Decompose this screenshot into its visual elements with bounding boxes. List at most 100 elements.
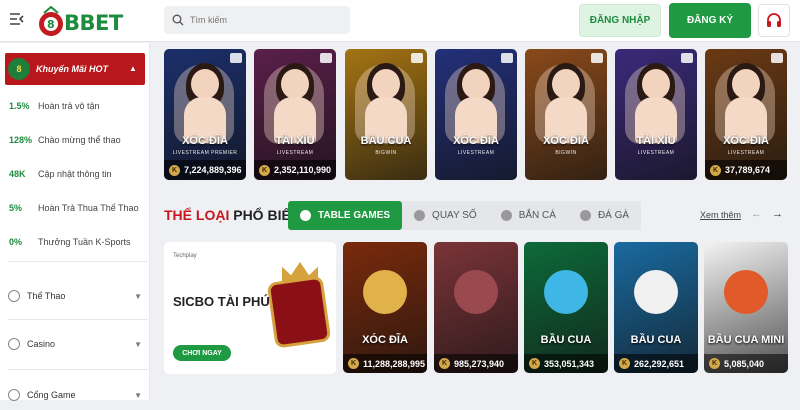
chevron-down-icon: ▼ [134, 291, 142, 301]
support-button[interactable] [758, 4, 790, 37]
promo-label: Thưởng Tuần K-Sports [38, 237, 131, 247]
table-games-icon [300, 210, 311, 221]
sidebar-item-game-portal[interactable]: Cổng Game ▼ [8, 380, 148, 410]
svg-text:8: 8 [47, 18, 55, 31]
game-title: BẦU CUA MINI [707, 334, 785, 346]
logo-text: BBET [64, 11, 123, 35]
chevron-down-icon: ▼ [134, 390, 142, 400]
fishing-gun-icon [500, 210, 512, 221]
featured-game-card[interactable]: Techplay SICBO TÀI PHÚ CHƠI NGAY [164, 242, 336, 374]
live-game-card[interactable]: TÀI XỈU LIVESTREAM K 2,352,110,990 [254, 49, 336, 180]
section-title: THỂ LOẠI PHỔ BIẾN [164, 207, 301, 223]
see-more-link[interactable]: Xem thêm [700, 210, 741, 220]
promo-item[interactable]: 5% Hoàn Trả Thua Thể Thao [0, 191, 150, 225]
promo-label: Cập nhật thông tin [38, 169, 112, 179]
promo-value: 128% [9, 135, 33, 145]
promo-title: Khuyến Mãi HOT [36, 64, 109, 74]
register-button[interactable]: ĐĂNG KÝ [669, 3, 751, 38]
provider-badge-icon [771, 53, 783, 63]
promo-value: 48K [9, 169, 26, 179]
tab-label: ĐÁ GÀ [597, 210, 630, 221]
game-card[interactable]: K 985,273,940 [434, 242, 518, 373]
live-game-card[interactable]: XÓC ĐĨA LIVESTREAM PREMIER K 7,224,889,396 [164, 49, 246, 180]
search-icon [172, 14, 184, 26]
jackpot-bar: K 262,292,651 [614, 354, 698, 373]
game-subtitle: BIGWIN [555, 150, 577, 156]
promo-item[interactable]: 128% Chào mừng thể thao [0, 123, 150, 157]
promo-label: Hoàn trả vô tận [38, 101, 100, 111]
promo-value: 5% [9, 203, 23, 213]
live-game-card[interactable]: TÀI XỈU LIVESTREAM [615, 49, 697, 180]
search-input[interactable] [190, 15, 340, 25]
game-subtitle: LIVESTREAM [457, 150, 495, 156]
provider-badge-icon [501, 53, 513, 63]
promo-list: 1.5% Hoàn trả vô tận 128% Chào mừng thể th… [0, 89, 150, 259]
promo-item[interactable]: 0% Thưởng Tuần K-Sports [0, 225, 150, 259]
sidebar-item-label: Casino [27, 339, 56, 349]
provider-badge-icon [681, 53, 693, 63]
jackpot-amount: 7,224,889,396 [184, 165, 242, 175]
sidebar-item-label: Thể Thao [27, 291, 66, 301]
live-game-card[interactable]: XÓC ĐĨA LIVESTREAM [435, 49, 517, 180]
game-card[interactable]: BẦU CUA K 262,292,651 [614, 242, 698, 373]
prev-arrow-icon[interactable]: ← [751, 208, 762, 220]
lottery-icon [414, 210, 426, 221]
tab-label: BẮN CÁ [518, 210, 556, 221]
tab-lottery[interactable]: QUAY SỐ [402, 201, 489, 230]
search-box[interactable] [164, 6, 350, 34]
coin-icon: K [529, 358, 540, 369]
chevron-up-icon: ▲ [129, 64, 137, 73]
sidebar: 8 Khuyến Mãi HOT ▲ 1.5% Hoàn trả vô tận 1… [0, 43, 150, 401]
chevron-down-icon: ▼ [134, 339, 142, 349]
tab-label: QUAY SỐ [432, 210, 477, 221]
jackpot-bar: K 2,352,110,990 [254, 160, 336, 180]
dice-icon [634, 270, 678, 314]
game-title: XÓC ĐĨA [182, 135, 228, 147]
divider [8, 319, 148, 320]
brand-logo[interactable]: 8 BBET [38, 6, 123, 38]
game-subtitle: LIVESTREAM [637, 150, 675, 156]
game-card[interactable]: BẦU CUA MINI K 5,085,040 [704, 242, 788, 373]
coin-icon: K [619, 358, 630, 369]
login-button[interactable]: ĐĂNG NHẬP [579, 4, 661, 37]
dice-icon [544, 270, 588, 314]
soccer-ball-icon [8, 290, 20, 302]
jackpot-amount: 5,085,040 [724, 358, 765, 369]
sidebar-item-casino[interactable]: Casino ▼ [8, 329, 148, 359]
game-subtitle: LIVESTREAM PREMIER [172, 150, 238, 156]
tab-table-games[interactable]: TABLE GAMES [288, 201, 403, 230]
promo-header[interactable]: 8 Khuyến Mãi HOT ▲ [5, 53, 145, 85]
promo-item[interactable]: 1.5% Hoàn trả vô tận [0, 89, 150, 123]
game-title: BẦU CUA [630, 334, 682, 346]
live-game-card[interactable]: XÓC ĐĨA LIVESTREAM K 37,789,674 [705, 49, 787, 180]
tab-label: TABLE GAMES [318, 210, 391, 221]
jackpot-amount: 11,288,288,995 [363, 358, 426, 369]
jackpot-bar: K 985,273,940 [434, 354, 518, 373]
rooster-icon [579, 210, 591, 221]
jackpot-amount: 985,273,940 [454, 358, 505, 369]
coin-icon: K [348, 358, 359, 369]
game-card[interactable]: BẦU CUA K 353,051,343 [524, 242, 608, 373]
jackpot-bar: K 5,085,040 [704, 354, 788, 373]
sidebar-item-sports[interactable]: Thể Thao ▼ [8, 281, 148, 311]
coin-icon: K [710, 164, 721, 176]
promo-item[interactable]: 48K Cập nhật thông tin [0, 157, 150, 191]
coin-icon: K [709, 358, 720, 369]
sidebar-item-label: Cổng Game [27, 390, 76, 400]
live-game-card[interactable]: XÓC ĐĨA BIGWIN [525, 49, 607, 180]
next-arrow-icon[interactable]: → [772, 208, 783, 220]
tab-fishing[interactable]: BẮN CÁ [488, 201, 568, 230]
live-game-card[interactable]: BẦU CUA BIGWIN [345, 49, 427, 180]
jackpot-bar: K 7,224,889,396 [164, 160, 246, 180]
dice-icon [270, 278, 328, 346]
jackpot-amount: 2,352,110,990 [274, 165, 332, 175]
promo-icon: 8 [8, 58, 30, 80]
jackpot-amount: 262,292,651 [634, 358, 685, 369]
game-title: XÓC ĐĨA [362, 334, 408, 346]
tab-cockfight[interactable]: ĐÁ GÀ [567, 201, 642, 230]
play-now-button[interactable]: CHƠI NGAY [173, 345, 231, 361]
game-card[interactable]: XÓC ĐĨA K 11,288,288,995 [343, 242, 427, 373]
menu-collapse-icon[interactable] [9, 12, 25, 26]
game-title: BẦU CUA [360, 135, 412, 147]
jackpot-bar: K 353,051,343 [524, 354, 608, 373]
